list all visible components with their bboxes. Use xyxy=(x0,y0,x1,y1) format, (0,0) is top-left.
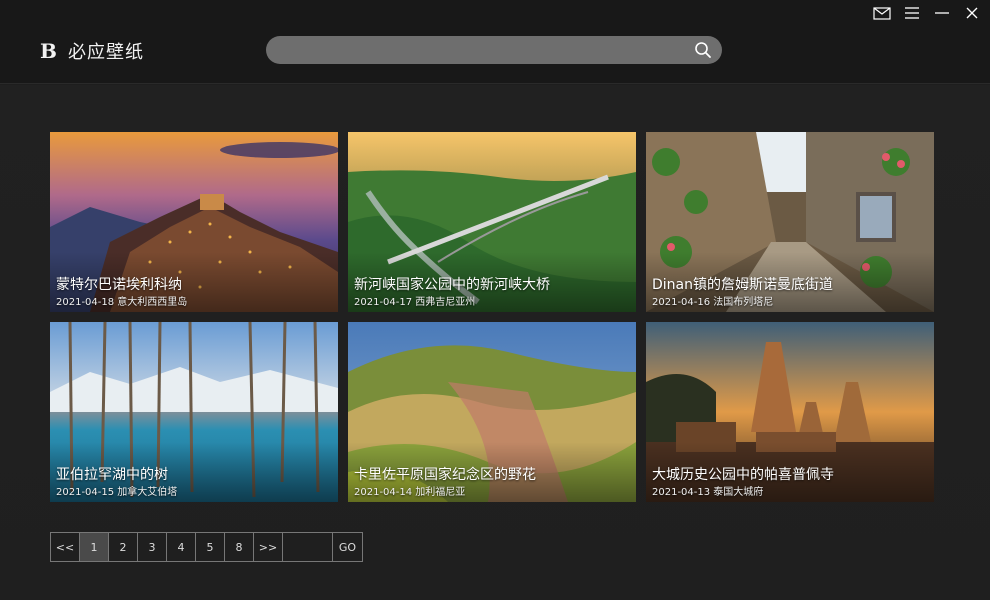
card-meta: 2021-04-13 泰国大城府 xyxy=(652,487,764,498)
search-icon[interactable] xyxy=(694,41,712,59)
card-title: 大城历史公园中的帕喜普佩寺 xyxy=(652,467,834,483)
card-title: Dinan镇的詹姆斯诺曼底街道 xyxy=(652,277,833,293)
page-button-5[interactable]: 5 xyxy=(196,533,225,561)
card-meta: 2021-04-15 加拿大艾伯塔 xyxy=(56,487,178,498)
wallpaper-card[interactable]: 新河峡国家公园中的新河峡大桥 2021-04-17 西弗吉尼亚州 xyxy=(348,132,636,312)
wallpaper-card[interactable]: Dinan镇的詹姆斯诺曼底街道 2021-04-16 法国布列塔尼 xyxy=(646,132,934,312)
close-icon[interactable] xyxy=(962,4,982,22)
page-button-2[interactable]: 2 xyxy=(109,533,138,561)
logo: B 必应壁纸 xyxy=(40,38,144,64)
wallpaper-card[interactable]: 蒙特尔巴诺埃利科纳 2021-04-18 意大利西西里岛 xyxy=(50,132,338,312)
wallpaper-card[interactable]: 卡里佐平原国家纪念区的野花 2021-04-14 加利福尼亚 xyxy=(348,322,636,502)
next-page-button[interactable]: >> xyxy=(254,533,283,561)
go-button[interactable]: GO xyxy=(333,533,362,561)
card-meta: 2021-04-17 西弗吉尼亚州 xyxy=(354,297,476,308)
card-meta: 2021-04-14 加利福尼亚 xyxy=(354,487,466,498)
minimize-icon[interactable] xyxy=(932,4,952,22)
card-title: 蒙特尔巴诺埃利科纳 xyxy=(56,277,182,293)
search-bar[interactable] xyxy=(266,36,722,64)
card-title: 新河峡国家公园中的新河峡大桥 xyxy=(354,277,550,293)
page-button-1[interactable]: 1 xyxy=(80,533,109,561)
card-title: 卡里佐平原国家纪念区的野花 xyxy=(354,467,536,483)
card-title: 亚伯拉罕湖中的树 xyxy=(56,467,168,483)
first-page-button[interactable]: << xyxy=(51,533,80,561)
app-name: 必应壁纸 xyxy=(68,42,144,63)
card-meta: 2021-04-16 法国布列塔尼 xyxy=(652,297,774,308)
logo-mark: B xyxy=(40,39,57,63)
page-button-4[interactable]: 4 xyxy=(167,533,196,561)
search-input[interactable] xyxy=(280,40,680,60)
menu-icon[interactable] xyxy=(902,4,922,22)
mail-icon[interactable] xyxy=(872,4,892,22)
window-controls xyxy=(872,4,982,22)
header: B 必应壁纸 xyxy=(0,0,990,84)
wallpaper-grid: 蒙特尔巴诺埃利科纳 2021-04-18 意大利西西里岛 新河峡国家公园中的新河… xyxy=(50,132,934,502)
pagination: << 1 2 3 4 5 8 >> GO xyxy=(50,532,363,562)
app-window: B 必应壁纸 蒙特尔巴诺埃利科纳 2021-04-18 意大利西西里岛 新河峡国… xyxy=(0,0,990,600)
wallpaper-card[interactable]: 大城历史公园中的帕喜普佩寺 2021-04-13 泰国大城府 xyxy=(646,322,934,502)
goto-page-field[interactable] xyxy=(283,533,333,561)
goto-page-input[interactable] xyxy=(283,534,332,560)
page-button-8[interactable]: 8 xyxy=(225,533,254,561)
wallpaper-card[interactable]: 亚伯拉罕湖中的树 2021-04-15 加拿大艾伯塔 xyxy=(50,322,338,502)
page-button-3[interactable]: 3 xyxy=(138,533,167,561)
card-meta: 2021-04-18 意大利西西里岛 xyxy=(56,297,188,308)
